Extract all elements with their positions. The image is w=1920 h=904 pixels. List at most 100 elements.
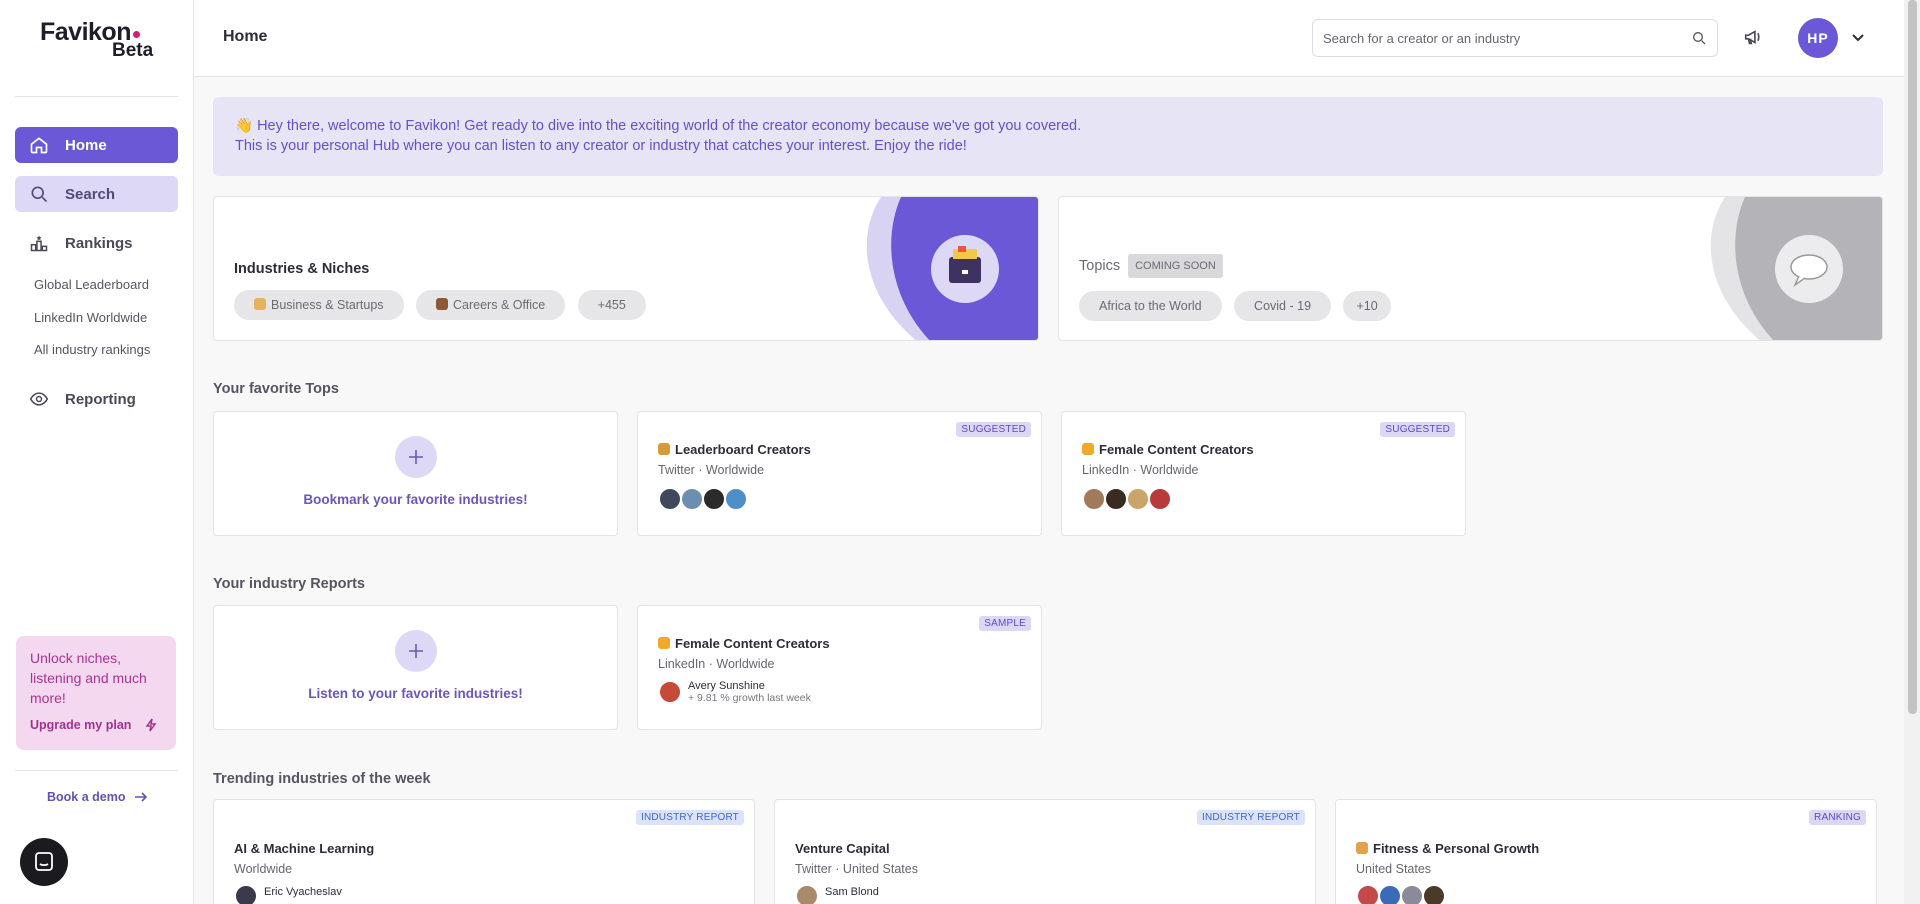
link-global-leaderboard[interactable]: Global Leaderboard <box>34 277 149 292</box>
briefcase-emoji-icon <box>254 298 266 310</box>
report-card-sample[interactable]: SAMPLE Female Content Creators LinkedIn … <box>637 605 1042 730</box>
woman-emoji-icon <box>658 637 670 649</box>
avatar <box>1148 487 1172 511</box>
coming-soon-badge: COMING SOON <box>1128 254 1223 278</box>
welcome-line-1: 👋 Hey there, welcome to Favikon! Get rea… <box>235 118 1082 134</box>
creator-avatars <box>658 487 811 511</box>
link-all-industry-rankings[interactable]: All industry rankings <box>34 342 150 357</box>
trending-card-sub: Worldwide <box>234 862 293 876</box>
page-scrollbar[interactable] <box>1904 0 1920 904</box>
industry-report-badge: INDUSTRY REPORT <box>1196 810 1305 825</box>
avatar <box>1422 884 1446 904</box>
nav-rankings-label: Rankings <box>65 234 133 252</box>
creator-avatars <box>1082 487 1254 511</box>
top-card-title: Female Content Creators <box>1099 442 1254 457</box>
trending-card-sub: United States <box>1356 862 1432 876</box>
avatar <box>1378 884 1402 904</box>
top-card-female-creators[interactable]: SUGGESTED Female Content Creators Linked… <box>1061 411 1466 536</box>
pill-more-industries[interactable]: +455 <box>577 290 646 320</box>
welcome-line-2: This is your personal Hub where you can … <box>235 138 967 154</box>
top-card-sub: Twitter · Worldwide <box>658 463 765 477</box>
industry-report-badge: INDUSTRY REPORT <box>635 810 744 825</box>
logo-dot <box>132 31 140 38</box>
report-card-title: Female Content Creators <box>675 636 830 651</box>
search-input[interactable] <box>1323 30 1691 46</box>
suggested-badge: SUGGESTED <box>1380 422 1455 437</box>
pill-africa-world: Africa to the World <box>1079 291 1222 321</box>
avatar <box>795 884 819 904</box>
pill-label: Business & Startups <box>271 298 384 312</box>
nav-reporting[interactable]: Reporting <box>15 381 178 417</box>
eye-icon <box>29 392 49 406</box>
user-avatar[interactable]: HP <box>1798 18 1838 58</box>
person-name: Eric Vyacheslav <box>264 886 342 898</box>
pill-business-startups[interactable]: Business & Startups <box>234 290 404 320</box>
chevron-down-icon[interactable] <box>1850 29 1866 45</box>
trending-card-title: AI & Machine Learning <box>234 841 375 856</box>
sidebar-divider <box>15 96 178 97</box>
megaphone-icon[interactable] <box>1743 26 1765 48</box>
avatar <box>680 487 704 511</box>
welcome-banner: 👋 Hey there, welcome to Favikon! Get rea… <box>213 97 1883 176</box>
global-search[interactable] <box>1312 19 1718 57</box>
trending-card-ai[interactable]: INDUSTRY REPORT AI & Machine Learning Wo… <box>213 799 755 904</box>
person-name: Avery Sunshine <box>688 680 765 692</box>
trending-card-vc[interactable]: INDUSTRY REPORT Venture Capital Twitter … <box>774 799 1316 904</box>
suggested-badge: SUGGESTED <box>956 422 1031 437</box>
pill-covid: Covid - 19 <box>1234 291 1332 321</box>
upgrade-button[interactable]: Upgrade my plan <box>30 718 157 732</box>
topics-title: Topics <box>1079 258 1121 274</box>
topics-card[interactable]: Topics COMING SOON Africa to the World C… <box>1058 196 1883 341</box>
top-card-title: Leaderboard Creators <box>675 442 811 457</box>
plus-icon[interactable] <box>394 436 437 478</box>
bookmark-industries-card[interactable]: Bookmark your favorite industries! <box>213 411 618 536</box>
upgrade-text: Unlock niches, listening and much more! <box>30 650 147 706</box>
person-name: Sam Blond <box>825 886 879 898</box>
bag-emoji-icon <box>436 298 449 310</box>
industries-title: Industries & Niches <box>234 261 370 277</box>
chat-launcher[interactable] <box>20 838 68 886</box>
ranking-badge: RANKING <box>1809 810 1866 825</box>
pill-more-topics: +10 <box>1343 291 1391 321</box>
lightning-icon <box>145 718 157 732</box>
nav-reporting-label: Reporting <box>65 390 136 408</box>
avatar <box>724 487 748 511</box>
avatar <box>1104 487 1128 511</box>
pill-label: Careers & Office <box>453 298 546 312</box>
pill-careers-office[interactable]: Careers & Office <box>416 290 566 320</box>
book-demo-label: Book a demo <box>47 790 126 804</box>
nav-rankings[interactable]: Rankings <box>15 225 178 261</box>
top-card-leaderboard[interactable]: SUGGESTED Leaderboard Creators Twitter ·… <box>637 411 1042 536</box>
listen-industries-card[interactable]: Listen to your favorite industries! <box>213 605 618 730</box>
rankings-icon <box>30 235 48 252</box>
link-linkedin-worldwide[interactable]: LinkedIn Worldwide <box>34 310 147 325</box>
avatar <box>702 487 726 511</box>
avatar <box>658 487 682 511</box>
favikon-logo[interactable]: Favikon Beta <box>40 18 160 61</box>
search-icon[interactable] <box>1691 30 1707 46</box>
page-title: Home <box>223 28 268 45</box>
top-header: Home HP <box>194 0 1904 77</box>
industries-card[interactable]: Industries & Niches Business & Startups … <box>213 196 1039 341</box>
upgrade-promo: Unlock niches, listening and much more! … <box>16 636 176 750</box>
nav-search-label: Search <box>65 185 116 203</box>
avatar <box>1082 487 1106 511</box>
upgrade-button-label: Upgrade my plan <box>30 718 132 732</box>
nav-home-label: Home <box>65 136 107 154</box>
sample-badge: SAMPLE <box>979 616 1031 631</box>
nav-search[interactable]: Search <box>15 176 178 212</box>
favorite-tops-title: Your favorite Tops <box>213 381 339 397</box>
topics-header: Topics COMING SOON <box>1079 254 1223 278</box>
industries-pills: Business & Startups Careers & Office +45… <box>234 290 654 320</box>
trending-card-sub: Twitter · United States <box>795 862 918 876</box>
home-icon <box>30 137 48 154</box>
bookmark-text: Bookmark your favorite industries! <box>303 492 528 507</box>
cowboy-emoji-icon <box>658 443 670 455</box>
arrow-right-icon <box>134 792 147 802</box>
nav-home[interactable]: Home <box>15 127 178 163</box>
trending-card-fitness[interactable]: RANKING Fitness & Personal Growth United… <box>1335 799 1877 904</box>
plus-icon[interactable] <box>394 630 437 672</box>
scrollbar-thumb[interactable] <box>1908 0 1917 714</box>
topics-pills: Africa to the World Covid - 19 +10 <box>1079 291 1399 321</box>
book-demo-link[interactable]: Book a demo <box>47 790 148 804</box>
